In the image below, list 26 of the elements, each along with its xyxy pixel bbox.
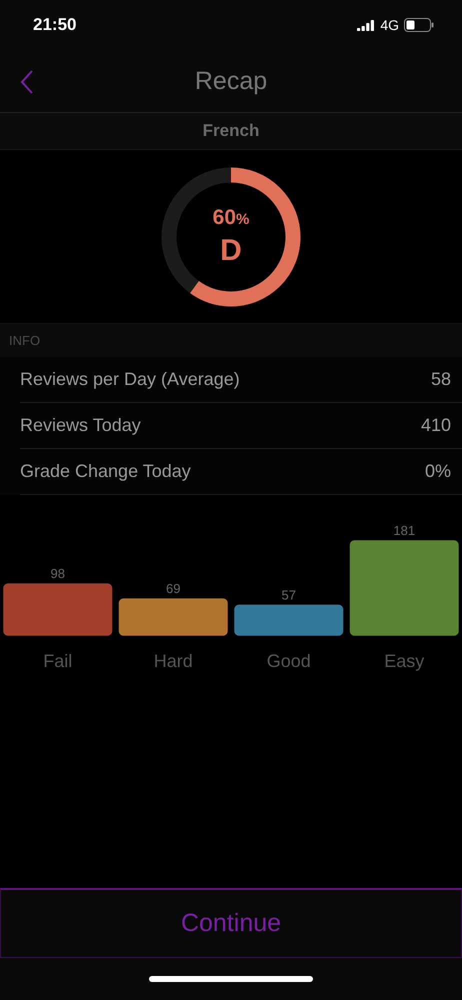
grade-letter: D bbox=[220, 234, 242, 268]
bar-value: 57 bbox=[282, 587, 296, 602]
info-value: 0% bbox=[424, 461, 451, 482]
signal-icon bbox=[357, 19, 376, 31]
status-time: 21:50 bbox=[33, 15, 76, 35]
info-value: 410 bbox=[420, 415, 451, 436]
deck-name: French bbox=[202, 121, 260, 141]
section-title: INFO bbox=[9, 333, 40, 348]
score-percent: 60 bbox=[212, 206, 236, 230]
continue-button[interactable]: Continue bbox=[0, 888, 462, 958]
info-label: Grade Change Today bbox=[20, 461, 191, 482]
bar-category: Fail bbox=[43, 651, 72, 671]
battery-icon bbox=[404, 18, 434, 32]
screen-title: Recap bbox=[194, 66, 268, 96]
bar-category: Hard bbox=[154, 651, 193, 671]
bar-category: Easy bbox=[384, 651, 424, 671]
back-icon[interactable] bbox=[20, 70, 34, 94]
network-label: 4G bbox=[380, 17, 399, 33]
info-label: Reviews Today bbox=[20, 415, 141, 436]
bar-value: 69 bbox=[166, 581, 180, 596]
info-label: Reviews per Day (Average) bbox=[20, 369, 240, 390]
info-value: 58 bbox=[430, 369, 451, 390]
bar-category: Good bbox=[266, 651, 311, 671]
bar-value: 98 bbox=[50, 566, 65, 582]
bar-value: 181 bbox=[393, 523, 416, 538]
percent-sign: % bbox=[236, 210, 250, 228]
